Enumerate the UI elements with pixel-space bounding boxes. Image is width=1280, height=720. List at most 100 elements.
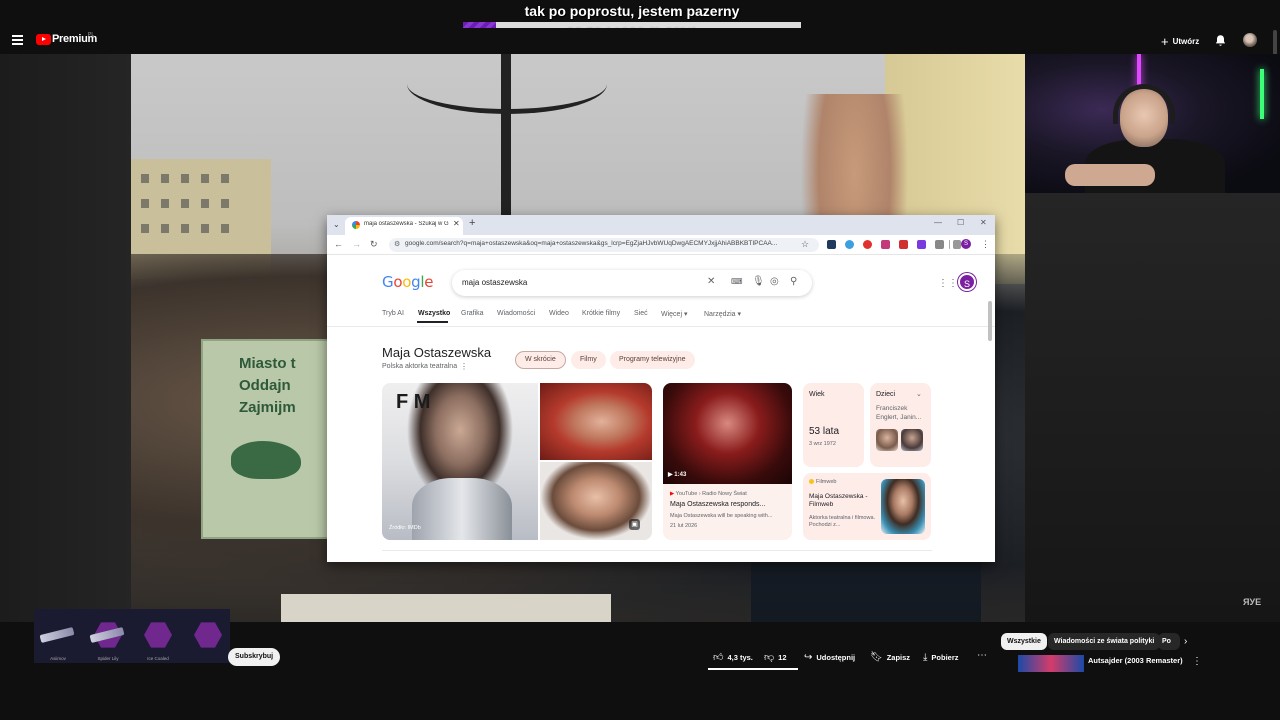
tab-short-videos[interactable]: Krótkie filmy bbox=[582, 310, 620, 317]
video-watermark: ЯУЕ bbox=[1243, 597, 1262, 607]
youtube-icon: ▶ bbox=[670, 491, 675, 497]
tab-tools[interactable]: Narzędzia ▾ bbox=[704, 310, 741, 318]
download-button[interactable]: ⤓ Pobierz bbox=[923, 648, 959, 666]
children-card[interactable]: Dzieci ⌄ Franciszek Englert, Janin... bbox=[870, 383, 931, 467]
filmweb-title[interactable]: Maja Ostaszewska - Filmweb bbox=[809, 493, 879, 509]
extension-icon[interactable] bbox=[827, 240, 836, 249]
chip-next[interactable]: Po bbox=[1158, 633, 1180, 650]
forward-icon[interactable]: → bbox=[352, 239, 361, 249]
chevron-down-icon: ▾ bbox=[683, 311, 688, 318]
filmweb-card[interactable]: Filmweb Maja Ostaszewska - Filmweb Aktor… bbox=[803, 473, 931, 540]
create-label: Utwórz bbox=[1172, 36, 1200, 46]
child-photo[interactable] bbox=[876, 429, 898, 451]
video-result-card[interactable]: ▶ 1:43 ▶ YouTube › Radio Nowy Świat Maja… bbox=[663, 383, 792, 540]
chevron-right-icon[interactable]: › bbox=[1184, 636, 1187, 647]
google-account-avatar[interactable]: S bbox=[958, 273, 976, 291]
tab-web[interactable]: Sieć bbox=[634, 310, 648, 317]
search-input[interactable]: maja ostaszewska bbox=[462, 278, 527, 287]
tab-news[interactable]: Wiadomości bbox=[497, 310, 535, 317]
more-options-icon[interactable]: ⋮ bbox=[1192, 656, 1202, 667]
create-button[interactable]: + Utwórz bbox=[1161, 33, 1199, 49]
site-info-icon[interactable]: ⚙ bbox=[394, 240, 400, 248]
thumbs-up-icon: 👍︎ bbox=[713, 652, 724, 663]
maximize-icon[interactable]: ☐ bbox=[957, 218, 964, 227]
tab-more-label: Więcej bbox=[661, 311, 683, 318]
chevron-down-icon[interactable]: ⌄ bbox=[916, 390, 922, 398]
puzzle-icon[interactable] bbox=[935, 240, 944, 249]
google-logo[interactable]: Google bbox=[382, 273, 433, 291]
thumbs-down-icon: 👎︎ bbox=[764, 652, 775, 663]
age-card[interactable]: Wiek 53 lata 3 wrz 1972 bbox=[803, 383, 864, 467]
youtube-logo-icon[interactable] bbox=[36, 34, 51, 45]
microphone-icon[interactable]: 🎙 bbox=[752, 276, 765, 287]
extension-icon[interactable] bbox=[899, 240, 908, 249]
extension-icon[interactable] bbox=[881, 240, 890, 249]
chip-all[interactable]: Wszystkie bbox=[1001, 633, 1047, 650]
recommended-video-thumbnail[interactable] bbox=[1018, 655, 1084, 672]
tab-videos[interactable]: Wideo bbox=[549, 310, 569, 317]
search-box[interactable]: maja ostaszewska ✕ ⌨ 🎙 ◎ ⚲ bbox=[452, 270, 812, 296]
extension-icon[interactable] bbox=[917, 240, 926, 249]
tab-all[interactable]: Wszystko bbox=[418, 310, 450, 317]
portrait-image[interactable] bbox=[540, 383, 652, 460]
dislike-count: 12 bbox=[778, 652, 787, 662]
tab-images[interactable]: Grafika bbox=[461, 310, 484, 317]
download-icon: ⤓ bbox=[923, 651, 928, 663]
chip-films[interactable]: Filmy bbox=[571, 351, 606, 369]
camera-lens-icon[interactable]: ◎ bbox=[770, 276, 779, 287]
bell-icon[interactable] bbox=[1214, 34, 1227, 47]
chip-overview[interactable]: W skrócie bbox=[515, 351, 566, 369]
bookmark-star-icon[interactable]: ☆ bbox=[801, 239, 809, 250]
tab-tools-label: Narzędzia bbox=[704, 311, 736, 318]
avatar[interactable] bbox=[1243, 33, 1257, 47]
close-window-icon[interactable]: ✕ bbox=[980, 218, 987, 227]
subscribe-button[interactable]: Subskrybuj bbox=[228, 648, 281, 666]
more-actions-icon[interactable]: ⋯ bbox=[977, 650, 987, 661]
url-text[interactable]: google.com/search?q=maja+ostaszewska&oq=… bbox=[405, 240, 795, 247]
tab-title: maja ostaszewska - Szukaj w G... bbox=[364, 221, 449, 227]
filmweb-photo[interactable] bbox=[881, 479, 925, 534]
extension-icon[interactable] bbox=[863, 240, 872, 249]
child-photo[interactable] bbox=[901, 429, 923, 451]
menu-icon[interactable] bbox=[12, 35, 23, 45]
rifle-icon bbox=[39, 627, 75, 643]
address-bar[interactable]: ⚙ google.com/search?q=maja+ostaszewska&o… bbox=[389, 238, 819, 252]
like-button[interactable]: 👍︎ 4,3 tys. bbox=[713, 648, 753, 666]
save-label: Zapisz bbox=[886, 652, 911, 662]
skin-thumbnail: Asiimov bbox=[34, 611, 82, 661]
minimize-icon[interactable]: — bbox=[934, 218, 942, 227]
gallery-icon[interactable]: ▣ bbox=[629, 519, 640, 530]
close-icon[interactable]: ✕ bbox=[453, 219, 460, 228]
new-tab-icon[interactable]: + bbox=[469, 217, 475, 229]
children-label: Dzieci bbox=[876, 391, 896, 398]
portrait-image[interactable]: ▣ bbox=[540, 462, 652, 540]
share-icon: ↪ bbox=[804, 651, 813, 663]
tab-ai-mode[interactable]: Tryb AI bbox=[382, 310, 404, 317]
save-button[interactable]: 🔖︎ Zapisz bbox=[870, 648, 910, 666]
video-thumbnail[interactable]: ▶ 1:43 bbox=[663, 383, 792, 484]
dislike-button[interactable]: 👎︎ 12 bbox=[764, 648, 787, 666]
keyboard-icon[interactable]: ⌨ bbox=[731, 277, 743, 286]
search-icon[interactable]: ⚲ bbox=[790, 276, 797, 287]
browser-menu-icon[interactable]: ⋮ bbox=[981, 239, 990, 250]
downloads-icon[interactable] bbox=[953, 240, 961, 249]
video-title[interactable]: Maja Ostaszewska responds... bbox=[670, 501, 790, 508]
apps-grid-icon[interactable]: ⋮⋮ bbox=[938, 278, 958, 289]
back-icon[interactable]: ← bbox=[334, 239, 343, 249]
browser-tab[interactable]: maja ostaszewska - Szukaj w G... ✕ bbox=[345, 217, 463, 235]
profile-avatar[interactable]: S bbox=[961, 239, 971, 249]
chip-tv-shows[interactable]: Programy telewizyjne bbox=[610, 351, 695, 369]
more-options-icon[interactable]: ⋮ bbox=[460, 362, 468, 371]
tab-search-icon[interactable]: ⌄ bbox=[333, 220, 340, 229]
extension-icon[interactable] bbox=[845, 240, 854, 249]
recommended-video-title[interactable]: Autsajder (2003 Remaster) bbox=[1088, 656, 1183, 665]
reload-icon[interactable]: ↻ bbox=[370, 239, 378, 250]
bookmark-icon: 🔖︎ bbox=[870, 651, 883, 663]
clear-icon[interactable]: ✕ bbox=[707, 276, 715, 287]
tab-more[interactable]: Więcej ▾ bbox=[661, 310, 687, 318]
dress bbox=[412, 478, 512, 540]
browser-scrollbar[interactable] bbox=[988, 301, 992, 341]
chip-politics-news[interactable]: Wiadomości ze świata polityki bbox=[1048, 633, 1161, 650]
portrait-image-main[interactable]: F M Źródło: IMDb bbox=[382, 383, 538, 540]
share-button[interactable]: ↪ Udostępnij bbox=[804, 648, 855, 666]
